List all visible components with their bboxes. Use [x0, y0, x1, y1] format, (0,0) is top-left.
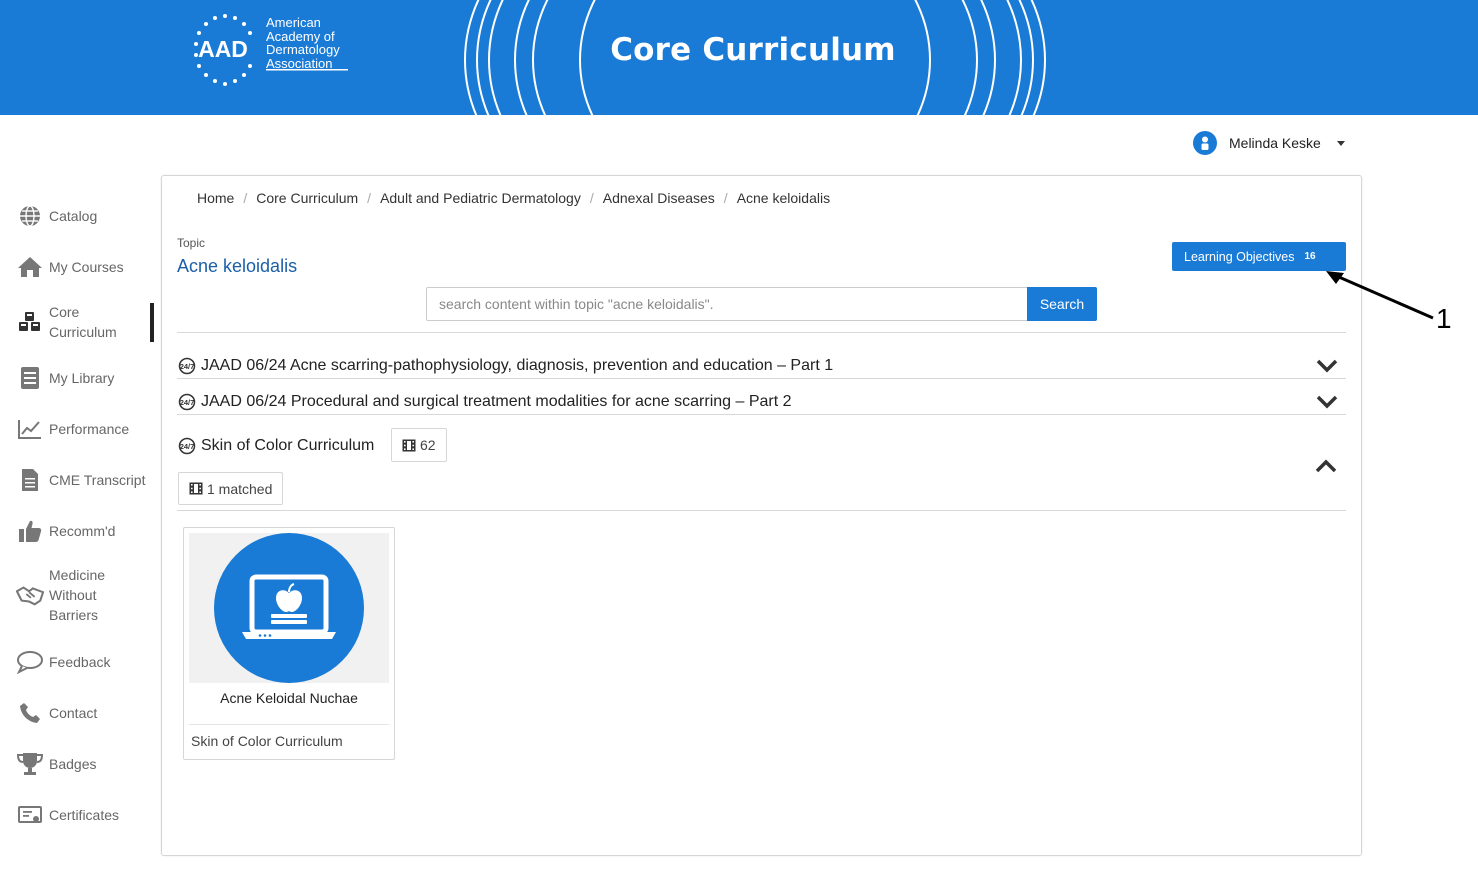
thumbs-up-icon	[16, 517, 44, 545]
sidebar-item-label: Recomm'd	[49, 523, 116, 539]
breadcrumb-item-current: Acne keloidalis	[736, 190, 831, 206]
divider	[177, 332, 1346, 333]
breadcrumb-item-core-curriculum[interactable]: Core Curriculum	[256, 190, 358, 206]
course-card[interactable]: Acne Keloidal Nuchae Skin of Color Curri…	[183, 527, 395, 760]
sidebar-item-label: Catalog	[49, 208, 98, 224]
handshake-icon	[16, 581, 44, 609]
sidebar-item-label: Certificates	[49, 807, 120, 823]
section-title: JAAD 06/24 Procedural and surgical treat…	[201, 393, 792, 410]
topic-search: search content within topic "acne keloid…	[426, 287, 1097, 321]
breadcrumb: Home / Core Curriculum / Adult and Pedia…	[197, 190, 830, 206]
sidebar-item-contact[interactable]: Contact	[16, 699, 97, 727]
cme-clock-icon: 24/7	[177, 437, 199, 455]
topic-panel: Home / Core Curriculum / Adult and Pedia…	[161, 175, 1362, 856]
section-title: Skin of Color Curriculum	[201, 437, 375, 454]
cme-clock-icon: 24/7	[177, 357, 199, 375]
breadcrumb-separator: /	[367, 190, 372, 206]
svg-text:24/7: 24/7	[180, 362, 195, 371]
svg-text:24/7: 24/7	[180, 398, 195, 407]
accordion-section[interactable]: 24/7 JAAD 06/24 Acne scarring-pathophysi…	[177, 355, 1346, 377]
course-thumbnail-circle	[214, 533, 364, 683]
phone-icon	[16, 699, 44, 727]
matched-badge: 1 matched	[178, 472, 284, 505]
user-icon	[1193, 131, 1217, 155]
home-icon	[16, 253, 44, 281]
course-collection: Skin of Color Curriculum	[191, 733, 343, 749]
caret-down-icon[interactable]	[1336, 140, 1345, 146]
chevron-down-icon[interactable]	[1316, 395, 1338, 409]
breadcrumb-separator: /	[243, 190, 248, 206]
sidebar-item-certificates[interactable]: Certificates	[16, 801, 119, 829]
app-header: AAD American Academy of Dermatology Asso…	[0, 0, 1478, 115]
library-icon	[16, 364, 44, 392]
sidebar-item-performance[interactable]: Performance	[16, 415, 129, 443]
user-name: Melinda Keske	[1229, 135, 1321, 151]
breadcrumb-item-adult-pediatric[interactable]: Adult and Pediatric Dermatology	[380, 190, 581, 206]
breadcrumb-item-home[interactable]: Home	[197, 190, 234, 206]
sidebar-item-my-library[interactable]: My Library	[16, 364, 114, 392]
laptop-apple-icon	[242, 574, 336, 639]
sidebar-item-badges[interactable]: Badges	[16, 750, 96, 778]
accordion-section[interactable]: 24/7 JAAD 06/24 Procedural and surgical …	[177, 391, 1346, 413]
topic-title: Acne keloidalis	[177, 256, 298, 276]
breadcrumb-item-adnexal-diseases[interactable]: Adnexal Diseases	[603, 190, 715, 206]
annotation-arrow	[1326, 271, 1434, 320]
sidebar-item-core-curriculum[interactable]: Core Curriculum	[16, 302, 129, 342]
svg-text:24/7: 24/7	[180, 442, 195, 451]
sidebar-item-label: CME Transcript	[49, 472, 146, 488]
user-menu[interactable]: Melinda Keske	[1193, 130, 1345, 156]
search-button[interactable]: Search	[1027, 287, 1097, 321]
sidebar-item-cme-transcript[interactable]: CME Transcript	[16, 466, 145, 494]
cme-clock-icon: 24/7	[177, 393, 199, 411]
certificate-icon	[16, 801, 44, 829]
chevron-up-icon[interactable]	[1315, 459, 1337, 473]
sidebar-item-label: Performance	[49, 421, 130, 437]
document-icon	[16, 466, 44, 494]
course-thumbnail	[189, 533, 389, 683]
divider	[189, 724, 389, 725]
header-title: Core Curriculum	[610, 32, 896, 68]
sidebar-item-label: Badges	[49, 756, 97, 772]
breadcrumb-separator: /	[723, 190, 728, 206]
sidebar-item-catalog[interactable]: Catalog	[16, 202, 97, 230]
annotation-number: 1	[1436, 303, 1452, 334]
sidebar-item-label: My Library	[49, 370, 115, 386]
topic-label: Topic	[177, 236, 206, 250]
accordion-section-expanded[interactable]: 24/7 Skin of Color Curriculum	[177, 435, 1346, 457]
sidebar-item-feedback[interactable]: Feedback	[16, 648, 110, 676]
breadcrumb-separator: /	[589, 190, 594, 206]
course-count-badge: 62	[391, 428, 447, 462]
divider	[177, 414, 1346, 415]
speech-bubble-icon	[16, 648, 44, 676]
learning-objectives-count: 16	[1304, 251, 1316, 262]
learning-objectives-label: Learning Objectives	[1184, 249, 1295, 264]
sidebar-item-recommended[interactable]: Recomm'd	[16, 517, 115, 545]
sidebar-item-label: My Courses	[49, 259, 124, 275]
sidebar-item-medicine-without-barriers[interactable]: Medicine Without Barriers	[16, 565, 129, 625]
section-title: JAAD 06/24 Acne scarring-pathophysiology…	[201, 357, 834, 374]
course-title: Acne Keloidal Nuchae	[220, 690, 358, 706]
logo-line: American	[266, 15, 321, 30]
sidebar-item-label: Feedback	[49, 654, 111, 670]
trophy-icon	[16, 750, 44, 778]
course-count: 62	[420, 437, 436, 453]
film-icon	[189, 482, 203, 495]
globe-icon	[16, 202, 44, 230]
sidebar-active-indicator	[150, 303, 154, 342]
search-input[interactable]: search content within topic "acne keloid…	[426, 287, 1027, 321]
divider	[177, 510, 1346, 511]
sidebar-item-label: Medicine Without Barriers	[49, 567, 106, 623]
chart-icon	[16, 415, 44, 443]
matched-count: 1 matched	[207, 480, 273, 497]
film-icon	[402, 439, 416, 451]
divider	[177, 378, 1346, 379]
cubes-icon	[16, 308, 44, 336]
chevron-down-icon[interactable]	[1316, 359, 1338, 373]
sidebar-item-label: Core Curriculum	[49, 304, 117, 340]
sidebar-item-my-courses[interactable]: My Courses	[16, 253, 124, 281]
sidebar-item-label: Contact	[49, 705, 98, 721]
